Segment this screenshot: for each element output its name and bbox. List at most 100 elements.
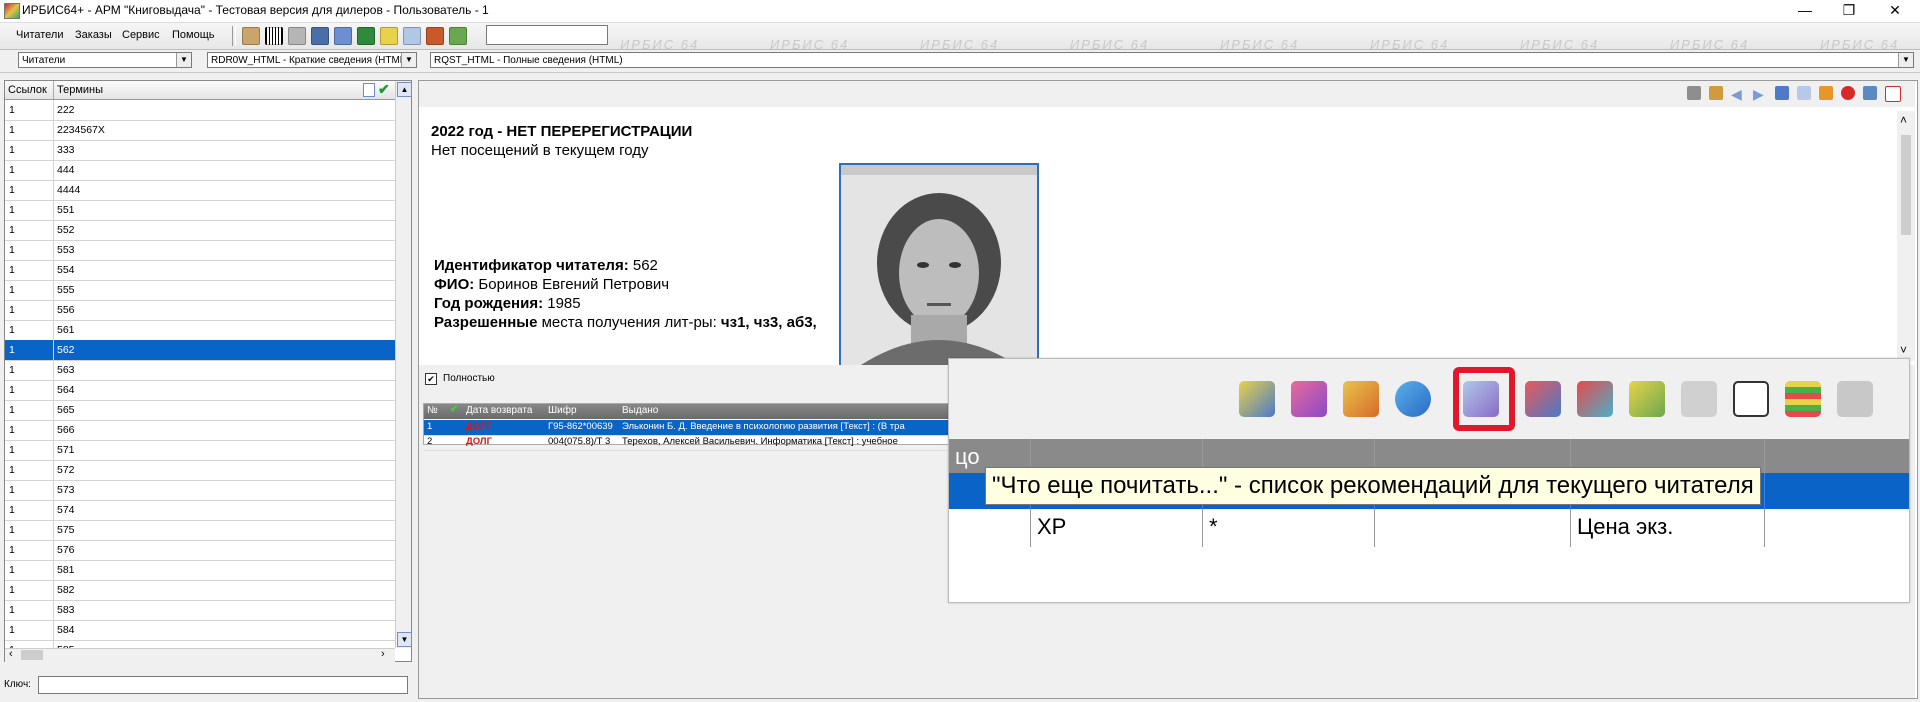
scroll-left-icon[interactable]: ‹ [9,648,13,660]
book-globe-icon[interactable] [1577,381,1613,417]
key-input[interactable] [38,676,408,694]
search-user-icon[interactable] [1797,86,1811,100]
barcode-icon[interactable] [265,27,283,45]
term-row[interactable]: 1 562 [5,340,395,361]
close-button[interactable]: ✕ [1872,0,1918,22]
full-checkbox[interactable]: ✔ [425,373,437,385]
scroll-down-icon[interactable]: ˅ [1900,343,1907,357]
col-issued-header[interactable]: Выдано [622,405,658,416]
term-row[interactable]: 1 552 [5,220,395,241]
settings-icon[interactable] [1687,86,1701,100]
book-clock-icon[interactable] [1343,381,1379,417]
term-row[interactable]: 1 551 [5,200,395,221]
arrow-left-icon[interactable]: ◀ [1731,86,1742,103]
report-icon[interactable] [334,27,352,45]
document-icon[interactable] [363,83,375,97]
term-row[interactable]: 1 583 [5,600,395,621]
book-delete-icon[interactable] [1525,381,1561,417]
loan-row[interactable]: 2 ДОЛГ 004(075.8)/Т 3 Терехов, Алексей В… [424,435,954,451]
term-row[interactable]: 1 565 [5,400,395,421]
term-row[interactable]: 1 582 [5,580,395,601]
money-icon[interactable] [1819,86,1833,100]
save-icon[interactable] [1863,86,1877,100]
toolbar-search-input[interactable] [486,25,608,45]
term-row[interactable]: 1 576 [5,540,395,561]
chevron-down-icon[interactable]: ▼ [1898,53,1913,67]
people-network-icon[interactable] [1395,381,1431,417]
term-row[interactable]: 1585 [5,640,395,648]
term-row[interactable]: 1 553 [5,240,395,261]
term-row[interactable]: 1 572 [5,460,395,481]
col-count-header[interactable]: Ссылок [8,84,47,96]
details-vertical-scrollbar[interactable]: ˄ ˅ [1897,111,1915,361]
scan-icon[interactable] [311,27,329,45]
terms-vertical-scrollbar[interactable]: ▲ ▼ [395,81,412,648]
html-icon[interactable] [1885,86,1901,102]
term-row[interactable]: 1 2234567X [5,120,395,141]
zoomed-row[interactable]: ХР * Цена экз. [949,509,1909,547]
term-row[interactable]: 1 333 [5,140,395,161]
books-stack-icon[interactable] [1291,381,1327,417]
stop-icon[interactable] [1841,86,1855,100]
menu-readers[interactable]: Читатели [16,29,64,41]
filter-icon[interactable] [403,27,421,45]
terms-horizontal-scrollbar[interactable]: ‹ › [5,648,395,662]
short-format-select[interactable]: RDR0W_HTML - Краткие сведения (HTML) ▼ [207,52,417,68]
col-cipher-header[interactable]: Шифр [548,405,577,416]
scroll-up-icon[interactable]: ▲ [397,82,412,97]
term-row[interactable]: 1 563 [5,360,395,381]
checkmark-icon[interactable]: ✔ [378,81,390,98]
archive-icon[interactable] [1785,381,1821,417]
col-number-header[interactable]: № [427,405,438,416]
term-row[interactable]: 1 554 [5,260,395,281]
scroll-thumb[interactable] [21,650,43,660]
print-icon[interactable] [288,27,306,45]
term-row[interactable]: 1 571 [5,440,395,461]
term-value: 4444 [57,184,81,196]
minimize-button[interactable]: — [1782,0,1828,22]
search-icon[interactable] [380,27,398,45]
term-row[interactable]: 1 555 [5,280,395,301]
checkmark-icon[interactable]: ✔ [450,404,458,415]
term-row[interactable]: 1 222 [5,100,395,121]
book-return-icon[interactable] [1239,381,1275,417]
excel-icon[interactable] [357,27,375,45]
term-count: 1 [9,464,15,476]
scroll-up-icon[interactable]: ˄ [1900,113,1907,127]
term-row[interactable]: 1 556 [5,300,395,321]
document-disabled-icon[interactable] [1681,381,1717,417]
term-row[interactable]: 1 574 [5,500,395,521]
term-row[interactable]: 1 566 [5,420,395,441]
term-row[interactable]: 1 581 [5,560,395,581]
loan-row[interactable]: 1 ДОЛГ Г95-862*00639 Эльконин Б. Д. Введ… [424,420,954,436]
restore-button[interactable]: ❐ [1826,0,1872,22]
book-pencil-icon[interactable] [1629,381,1665,417]
term-row[interactable]: 1 575 [5,520,395,541]
menu-service[interactable]: Сервис [122,29,160,41]
people-icon[interactable] [1709,86,1723,100]
term-row[interactable]: 1 4444 [5,180,395,201]
database-select[interactable]: Читатели ▼ [18,52,192,68]
arrow-right-icon[interactable]: ▶ [1753,86,1764,103]
exit-door-icon[interactable] [1733,381,1769,417]
col-term-header[interactable]: Термины [57,84,103,96]
term-row[interactable]: 1 584 [5,620,395,641]
chevron-down-icon[interactable]: ▼ [176,53,191,67]
scroll-down-icon[interactable]: ▼ [397,632,412,647]
term-row[interactable]: 1 444 [5,160,395,181]
edit-icon[interactable] [449,27,467,45]
full-format-select[interactable]: RQST_HTML - Полные сведения (HTML) ▼ [430,52,1914,68]
menu-help[interactable]: Помощь [172,29,215,41]
menu-orders[interactable]: Заказы [75,29,112,41]
term-row[interactable]: 1 573 [5,480,395,501]
scroll-thumb[interactable] [1901,135,1911,235]
books-icon[interactable] [426,27,444,45]
col-return-date-header[interactable]: Дата возврата [466,405,532,416]
film-disabled-icon[interactable] [1837,381,1873,417]
scroll-right-icon[interactable]: › [381,648,385,660]
user-icon[interactable] [1775,86,1789,100]
reader-card-icon[interactable] [242,27,260,45]
term-row[interactable]: 1 564 [5,380,395,401]
term-row[interactable]: 1 561 [5,320,395,341]
chevron-down-icon[interactable]: ▼ [401,53,416,67]
